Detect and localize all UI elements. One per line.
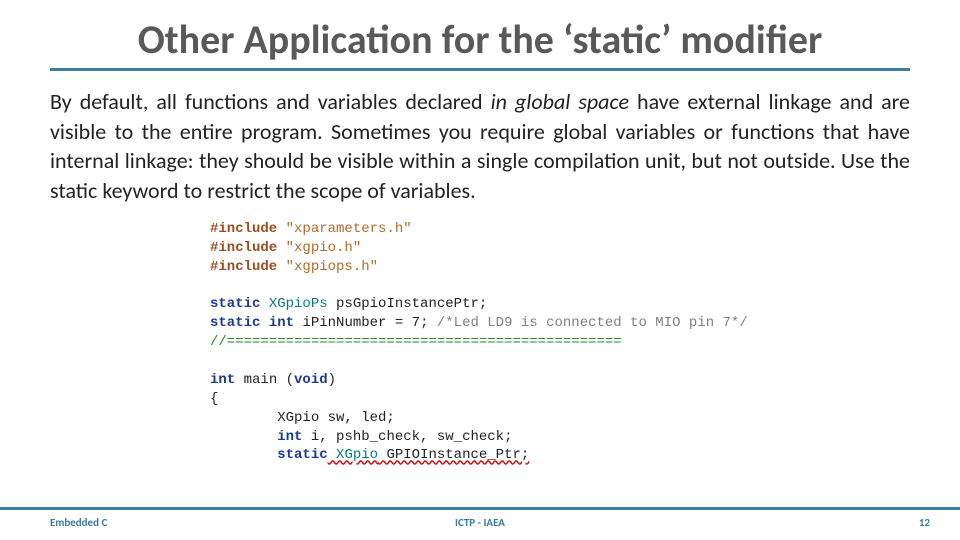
kw-int: int bbox=[210, 372, 235, 388]
main-sig: main ( bbox=[235, 372, 294, 388]
indent bbox=[210, 429, 277, 445]
body-italic: in global space bbox=[491, 88, 629, 115]
footer-page-number: 12 bbox=[919, 516, 930, 529]
decl-tail: psGpioInstancePtr; bbox=[328, 296, 488, 312]
footer-left: Embedded C bbox=[50, 516, 107, 529]
title-underline bbox=[50, 68, 910, 71]
slide-title: Other Application for the ‘static’ modif… bbox=[50, 18, 910, 62]
comment: /*Led LD9 is connected to MIO pin 7*/ bbox=[437, 315, 748, 331]
main-sig-end: ) bbox=[328, 372, 336, 388]
code-line: static XGpioPs psGpioInstancePtr; bbox=[210, 295, 750, 314]
code-blank bbox=[210, 276, 750, 295]
kw-static: static bbox=[210, 315, 260, 331]
code-line: #include "xgpio.h" bbox=[210, 239, 750, 258]
code-line: { bbox=[210, 390, 750, 409]
include-str: "xparameters.h" bbox=[277, 221, 411, 237]
code-line: int main (void) bbox=[210, 371, 750, 390]
body-pre: By default, all functions and variables … bbox=[50, 88, 491, 115]
wavy-span: XGpio GPIOInstance_Ptr; bbox=[328, 447, 530, 463]
include-kw: #include bbox=[210, 240, 277, 256]
include-str: "xgpio.h" bbox=[277, 240, 361, 256]
kw-int: int bbox=[269, 315, 294, 331]
code-blank bbox=[210, 352, 750, 371]
indent bbox=[210, 447, 277, 463]
decl-mid: iPinNumber = 7; bbox=[294, 315, 437, 331]
kw-static: static bbox=[277, 447, 327, 463]
separator-comment: //======================================… bbox=[210, 334, 622, 350]
footer: Embedded C ICTP - IAEA 12 bbox=[0, 510, 960, 534]
include-kw: #include bbox=[210, 259, 277, 275]
body-paragraph: By default, all functions and variables … bbox=[50, 87, 910, 206]
slide: Other Application for the ‘static’ modif… bbox=[0, 0, 960, 540]
vars: i, pshb_check, sw_check; bbox=[302, 429, 512, 445]
code-line: #include "xgpiops.h" bbox=[210, 258, 750, 277]
code-line: XGpio sw, led; bbox=[210, 409, 750, 428]
include-kw: #include bbox=[210, 221, 277, 237]
kw-void: void bbox=[294, 372, 328, 388]
code-line: int i, pshb_check, sw_check; bbox=[210, 428, 750, 447]
instance-name: GPIOInstance_Ptr; bbox=[378, 447, 529, 463]
include-str: "xgpiops.h" bbox=[277, 259, 378, 275]
kw-int: int bbox=[277, 429, 302, 445]
code-block: #include "xparameters.h" #include "xgpio… bbox=[210, 220, 750, 466]
code-line: static XGpio GPIOInstance_Ptr; bbox=[210, 446, 750, 465]
kw-static: static bbox=[210, 296, 260, 312]
footer-center: ICTP - IAEA bbox=[455, 516, 505, 529]
code-line: //======================================… bbox=[210, 333, 750, 352]
code-line: #include "xparameters.h" bbox=[210, 220, 750, 239]
code-line: static int iPinNumber = 7; /*Led LD9 is … bbox=[210, 314, 750, 333]
type-name: XGpioPs bbox=[260, 296, 327, 312]
type-name: XGpio bbox=[328, 447, 378, 463]
